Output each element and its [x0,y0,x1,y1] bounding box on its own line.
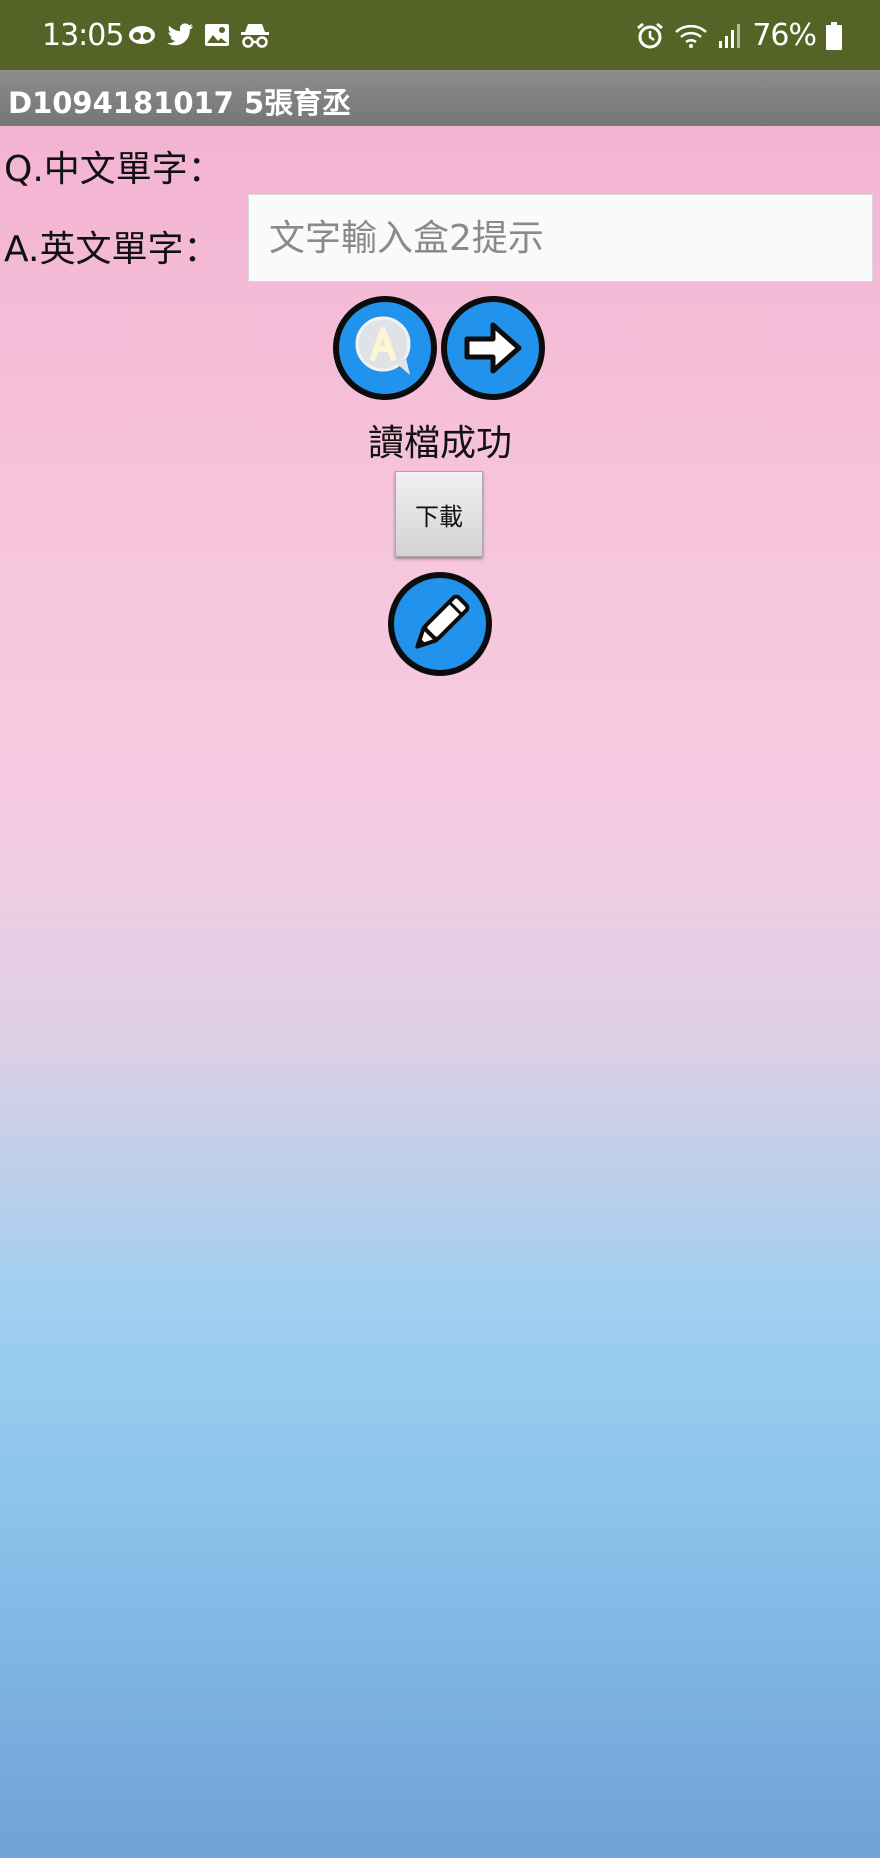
status-system-icons: 76% [636,18,842,53]
status-time: 13:05 [42,18,124,53]
arrow-right-icon [464,322,522,374]
status-notification-icons [128,22,270,48]
app-bar: D1094181017 5張育丞 [0,70,880,126]
battery-percent: 76% [752,18,817,53]
answer-input[interactable] [248,194,873,282]
pencil-icon [415,594,470,649]
speak-button[interactable] [333,296,437,400]
status-bar: 13:05 76% [0,0,880,70]
next-button[interactable] [441,296,545,400]
incognito-icon [241,24,269,48]
alarm-icon [637,22,664,48]
image-icon [205,24,229,46]
speech-bubble-a-icon [355,316,411,375]
signal-icon [719,23,741,48]
question-label: Q.中文單字： [4,149,224,190]
status-message: 讀檔成功 [367,423,512,464]
download-button[interactable]: 下載 [395,471,483,557]
twitter-icon [167,23,193,46]
app-title: D1094181017 5張育丞 [8,86,352,120]
spy-app-icon [129,26,155,44]
answer-label: A.英文單字： [4,229,220,270]
battery-icon [826,21,842,50]
wifi-icon [675,24,708,48]
edit-button[interactable] [388,572,492,676]
